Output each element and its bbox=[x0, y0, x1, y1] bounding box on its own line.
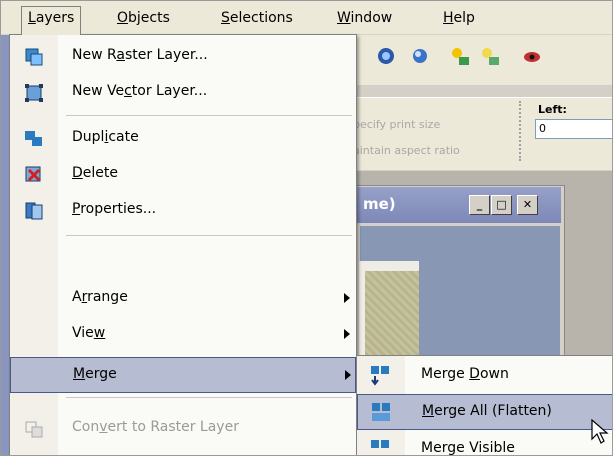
menu-selections[interactable]: Selections bbox=[215, 7, 299, 29]
menu-item-properties[interactable]: Properties... bbox=[10, 193, 356, 229]
new-raster-layer-icon bbox=[25, 48, 43, 66]
mouse-pointer-icon bbox=[591, 419, 609, 444]
minimize-button[interactable]: _ bbox=[469, 195, 490, 215]
submenu-arrow-icon bbox=[344, 329, 350, 339]
properties-icon bbox=[25, 202, 43, 220]
print-size-label: pecify print size bbox=[353, 118, 441, 131]
menu-item-merge[interactable]: Merge bbox=[10, 357, 356, 393]
menu-window[interactable]: Window bbox=[331, 7, 398, 29]
menu-item-delete[interactable]: Delete bbox=[10, 157, 356, 193]
convert-raster-icon bbox=[25, 421, 43, 438]
sphere-tool-icon[interactable] bbox=[409, 45, 431, 67]
merge-all-icon bbox=[372, 403, 390, 421]
layers-menu: New Raster Layer... New Vector Layer... … bbox=[9, 34, 357, 455]
maximize-button[interactable]: □ bbox=[491, 195, 512, 215]
menu-layers[interactable]: Layers bbox=[21, 6, 82, 35]
menu-item-merge-all-flatten[interactable]: Merge All (Flatten) bbox=[357, 394, 612, 430]
left-label: Left: bbox=[538, 103, 567, 116]
submenu-arrow-icon bbox=[345, 370, 351, 380]
left-input[interactable]: 0 bbox=[535, 119, 612, 139]
delete-icon bbox=[25, 166, 41, 182]
menu-item-merge-down[interactable]: Merge Down bbox=[357, 358, 612, 394]
merge-down-icon bbox=[371, 366, 389, 386]
menu-objects[interactable]: Objects bbox=[111, 7, 176, 29]
document-title: me) bbox=[363, 195, 396, 213]
eye-tool-icon[interactable] bbox=[521, 45, 543, 67]
object-tool-icon[interactable] bbox=[375, 45, 397, 67]
menu-divider bbox=[66, 397, 352, 398]
menu-divider bbox=[66, 115, 352, 116]
menu-item-merge-visible[interactable]: Merge Visible bbox=[357, 432, 612, 455]
options-separator bbox=[519, 101, 521, 161]
document-titlebar[interactable]: me) _ □ ✕ bbox=[357, 187, 561, 223]
menu-item-convert-to-raster: Convert to Raster Layer bbox=[10, 411, 356, 447]
close-button[interactable]: ✕ bbox=[517, 195, 538, 215]
duplicate-icon bbox=[25, 131, 42, 146]
new-vector-layer-icon bbox=[25, 84, 43, 102]
merge-submenu: Merge Down Merge All (Flatten) Merge Vis… bbox=[356, 355, 612, 455]
aspect-ratio-label: aintain aspect ratio bbox=[353, 144, 460, 157]
menu-item-new-vector-layer[interactable]: New Vector Layer... bbox=[10, 75, 356, 111]
menu-item-arrange[interactable]: Arrange bbox=[10, 281, 356, 317]
merge-visible-icon bbox=[371, 440, 389, 448]
menu-help[interactable]: Help bbox=[437, 7, 481, 29]
toolbar bbox=[351, 35, 612, 85]
workspace-left-strip bbox=[1, 35, 9, 455]
lighting-tool-icon[interactable] bbox=[449, 45, 471, 67]
app-window: Layers Objects Selections Window Help pe… bbox=[0, 0, 613, 456]
menu-item-duplicate[interactable]: Duplicate bbox=[10, 121, 356, 157]
submenu-arrow-icon bbox=[344, 293, 350, 303]
menu-divider bbox=[66, 235, 352, 236]
menu-item-new-raster-layer[interactable]: New Raster Layer... bbox=[10, 39, 356, 75]
menu-item-view[interactable]: View bbox=[10, 317, 356, 353]
lighting-alt-tool-icon[interactable] bbox=[479, 45, 501, 67]
menubar: Layers Objects Selections Window Help bbox=[1, 1, 612, 35]
